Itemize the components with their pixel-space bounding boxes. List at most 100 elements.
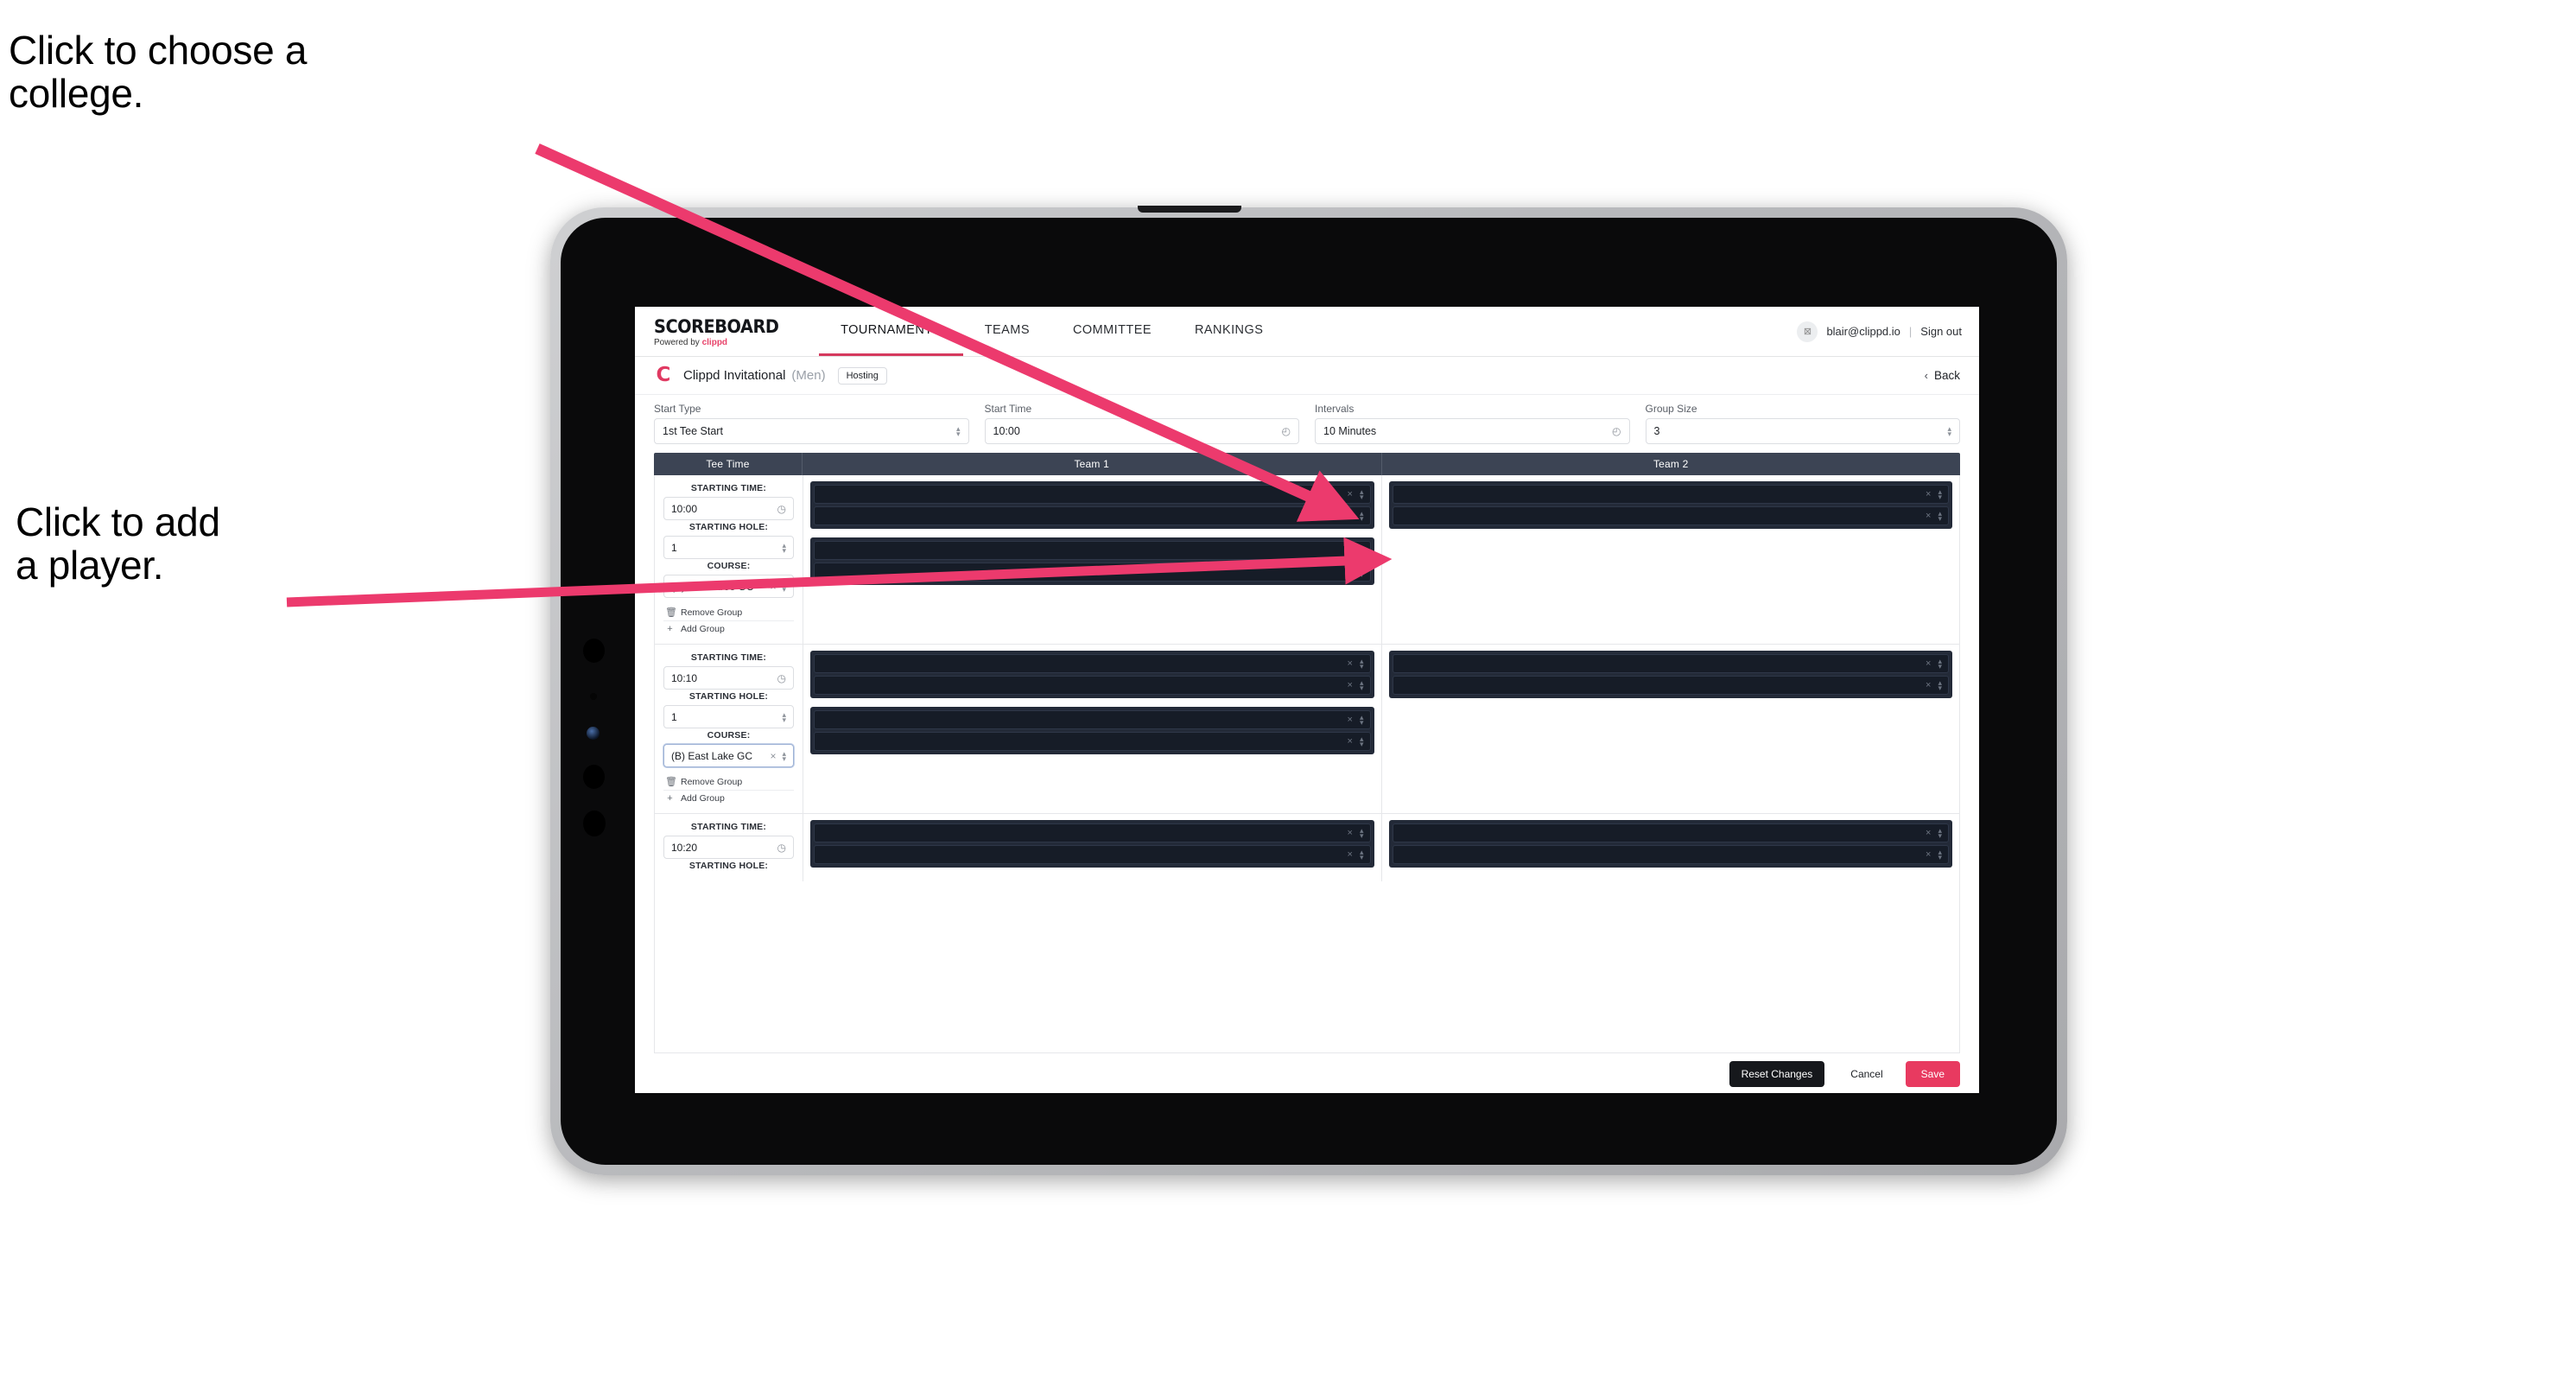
stepper-icon[interactable]: ▴ ▾ <box>1360 510 1364 523</box>
stepper-icon[interactable]: ▴ ▾ <box>1360 714 1364 727</box>
stepper-icon[interactable]: ▴ ▾ <box>956 425 961 438</box>
stepper-icon[interactable]: ▴ ▾ <box>1938 658 1942 671</box>
player-slot[interactable]: × ▴ ▾ <box>814 563 1371 582</box>
clear-icon[interactable]: × <box>1348 567 1353 577</box>
player-slot[interactable]: × ▴ ▾ <box>814 541 1371 560</box>
stepper-icon[interactable]: ▴ ▾ <box>1947 425 1951 438</box>
stepper-icon[interactable]: ▴ ▾ <box>782 749 786 762</box>
starting-hole-input[interactable]: 1 ▴ ▾ <box>663 705 794 728</box>
player-slot[interactable]: × ▴ ▾ <box>1392 676 1949 695</box>
stepper-icon[interactable]: ▴ ▾ <box>1360 658 1364 671</box>
clear-icon[interactable]: × <box>1348 849 1353 860</box>
player-slot[interactable]: × ▴ ▾ <box>814 676 1371 695</box>
clear-icon[interactable]: × <box>1926 849 1931 860</box>
clear-icon[interactable]: × <box>1926 489 1931 499</box>
player-slot[interactable]: × ▴ ▾ <box>814 485 1371 504</box>
clear-icon[interactable]: × <box>1348 511 1353 521</box>
starting-hole-input[interactable]: 1 ▴ ▾ <box>663 536 794 559</box>
player-slot[interactable]: × ▴ ▾ <box>814 506 1371 525</box>
clear-icon[interactable]: × <box>770 581 776 593</box>
avatar[interactable]: ⊠ <box>1797 321 1818 342</box>
clock-icon[interactable]: ◷ <box>777 842 786 854</box>
nav-tab-rankings[interactable]: RANKINGS <box>1173 307 1285 356</box>
group-actions: 🗑 Remove Group + Add Group <box>663 604 794 637</box>
clear-icon[interactable]: × <box>770 750 776 762</box>
remove-group-button[interactable]: 🗑 Remove Group <box>663 773 794 790</box>
add-group-button[interactable]: + Add Group <box>663 620 794 637</box>
start-time-input[interactable]: 10:00 ◴ <box>984 418 1299 444</box>
control-label: Start Time <box>984 403 1032 415</box>
clear-icon[interactable]: × <box>1348 489 1353 499</box>
player-slot[interactable]: × ▴ ▾ <box>1392 654 1949 673</box>
clear-icon[interactable]: × <box>1348 545 1353 556</box>
stepper-icon[interactable]: ▴ ▾ <box>782 710 786 723</box>
stepper-icon[interactable]: ▴ ▾ <box>1938 849 1942 861</box>
control-group-size: Group Size 3 ▴ ▾ <box>1645 403 1960 444</box>
course-select[interactable]: (B) East Lake GC × ▴ ▾ <box>663 744 794 767</box>
add-group-button[interactable]: + Add Group <box>663 790 794 806</box>
tournament-header: C Clippd Invitational (Men) Hosting ‹ Ba… <box>635 357 1979 395</box>
stepper-icon[interactable]: ▴ ▾ <box>782 580 786 593</box>
player-slot[interactable]: × ▴ ▾ <box>1392 823 1949 842</box>
clear-icon[interactable]: × <box>1348 680 1353 690</box>
stepper-icon[interactable]: ▴ ▾ <box>1360 827 1364 840</box>
nav-tab-tournaments[interactable]: TOURNAMENTS <box>819 307 963 356</box>
stepper-icon[interactable]: ▴ ▾ <box>1938 679 1942 692</box>
player-group: × ▴ ▾ × ▴ ▾ <box>810 481 1374 529</box>
stepper-icon[interactable]: ▴ ▾ <box>1360 566 1364 579</box>
stepper-icon[interactable]: ▴ ▾ <box>1360 735 1364 748</box>
start-type-value: 1st Tee Start <box>663 425 723 437</box>
starting-time-input[interactable]: 10:10 ◷ <box>663 666 794 690</box>
player-slot[interactable]: × ▴ ▾ <box>814 823 1371 842</box>
player-slot[interactable]: × ▴ ▾ <box>814 732 1371 751</box>
control-label: Start Type <box>654 403 701 415</box>
player-slot[interactable]: × ▴ ▾ <box>814 654 1371 673</box>
stepper-icon[interactable]: ▴ ▾ <box>1360 849 1364 861</box>
stepper-icon[interactable]: ▴ ▾ <box>1360 679 1364 692</box>
team-1-cell: × ▴ ▾ × ▴ ▾ × ▴ ▾ × ▴ ▾ <box>803 475 1382 644</box>
clear-icon[interactable]: × <box>1926 680 1931 690</box>
remove-group-button[interactable]: 🗑 Remove Group <box>663 604 794 620</box>
clock-icon[interactable]: ◴ <box>1282 425 1291 437</box>
start-type-select[interactable]: 1st Tee Start ▴ ▾ <box>654 418 969 444</box>
save-button[interactable]: Save <box>1905 1060 1960 1087</box>
table-body: STARTING TIME: 10:00 ◷ STARTING HOLE: 1 ▴ ▾ COU… <box>654 475 1960 1053</box>
clear-icon[interactable]: × <box>1926 828 1931 838</box>
stepper-icon[interactable]: ▴ ▾ <box>1938 827 1942 840</box>
stepper-icon[interactable]: ▴ ▾ <box>1360 488 1364 501</box>
clear-icon[interactable]: × <box>1348 736 1353 747</box>
stepper-icon[interactable]: ▴ ▾ <box>1360 544 1364 557</box>
player-slot[interactable]: × ▴ ▾ <box>1392 485 1949 504</box>
back-button[interactable]: ‹ Back <box>1925 369 1960 382</box>
group-size-value: 3 <box>1653 425 1660 437</box>
stepper-icon[interactable]: ▴ ▾ <box>1938 510 1942 523</box>
nav-tab-teams[interactable]: TEAMS <box>963 307 1051 356</box>
stepper-icon[interactable]: ▴ ▾ <box>1938 488 1942 501</box>
clear-icon[interactable]: × <box>1348 715 1353 725</box>
course-select[interactable]: (A) Peachtree GC × ▴ ▾ <box>663 575 794 598</box>
table-row: STARTING TIME: 10:10 ◷ STARTING HOLE: 1 ▴ ▾ COU… <box>655 645 1959 814</box>
clear-icon[interactable]: × <box>1348 828 1353 838</box>
clock-icon[interactable]: ◷ <box>777 672 786 684</box>
player-slot[interactable]: × ▴ ▾ <box>1392 845 1949 864</box>
reset-changes-button[interactable]: Reset Changes <box>1729 1060 1825 1087</box>
stepper-icon[interactable]: ▴ ▾ <box>782 541 786 554</box>
clear-icon[interactable]: × <box>1926 658 1931 669</box>
team-2-cell: × ▴ ▾ × ▴ ▾ <box>1382 645 1960 813</box>
sign-out-link[interactable]: Sign out <box>1920 325 1962 338</box>
clock-icon[interactable]: ◷ <box>777 503 786 515</box>
player-slot[interactable]: × ▴ ▾ <box>814 710 1371 729</box>
group-size-select[interactable]: 3 ▴ ▾ <box>1645 418 1960 444</box>
player-slot[interactable]: × ▴ ▾ <box>1392 506 1949 525</box>
clock-icon[interactable]: ◴ <box>1612 425 1621 437</box>
clear-icon[interactable]: × <box>1926 511 1931 521</box>
intervals-input[interactable]: 10 Minutes ◴ <box>1315 418 1630 444</box>
cancel-button[interactable]: Cancel <box>1835 1061 1898 1087</box>
starting-time-input[interactable]: 10:00 ◷ <box>663 497 794 520</box>
nav-tab-committee[interactable]: COMMITTEE <box>1051 307 1173 356</box>
brand-logo[interactable]: SCOREBOARD Powered by clippd <box>654 307 819 356</box>
remove-group-label: Remove Group <box>681 776 743 787</box>
starting-time-input[interactable]: 10:20 ◷ <box>663 836 794 859</box>
player-slot[interactable]: × ▴ ▾ <box>814 845 1371 864</box>
clear-icon[interactable]: × <box>1348 658 1353 669</box>
